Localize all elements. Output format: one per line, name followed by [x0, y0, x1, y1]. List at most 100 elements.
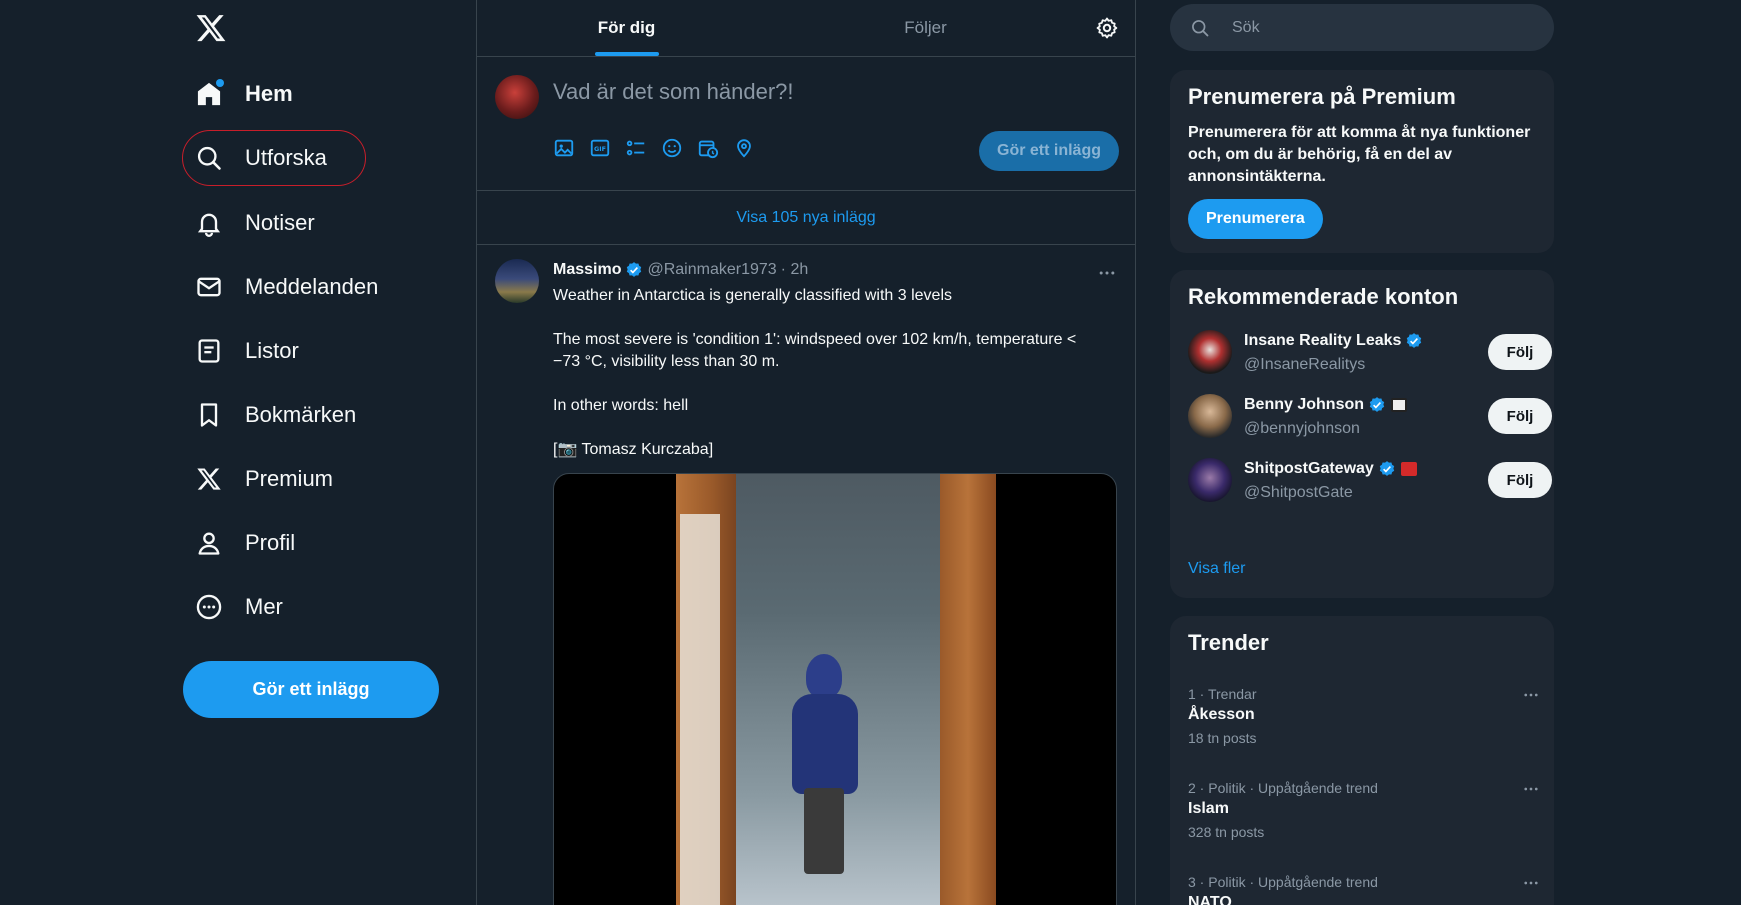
trend-title: NATO	[1188, 894, 1232, 905]
video-door-right	[940, 474, 996, 905]
trend-count: 18 tn posts	[1188, 730, 1257, 746]
account-row[interactable]: Benny Johnson @bennyjohnson Följ	[1188, 392, 1552, 442]
more-horizontal-icon[interactable]	[1522, 874, 1540, 892]
tweet-paragraph: In other words: hell	[553, 397, 689, 414]
trend-title: Åkesson	[1188, 706, 1255, 723]
tweet-video[interactable]	[553, 473, 1117, 905]
account-row[interactable]: Insane Reality Leaks @InsaneRealitys Föl…	[1188, 328, 1552, 378]
right-sidebar: Prenumerera på Premium Prenumerera för a…	[1170, 0, 1555, 905]
account-handle: @InsaneRealitys	[1244, 356, 1366, 373]
account-name-row: ShitpostGateway	[1244, 460, 1417, 478]
nav-item-notifications[interactable]: Notiser	[182, 195, 315, 251]
active-tab-indicator	[594, 52, 659, 56]
nav-item-label: Premium	[245, 466, 334, 491]
nav-item-more[interactable]: Mer	[182, 579, 283, 635]
x-logo-icon[interactable]	[195, 12, 227, 44]
tweet-text: Weather in Antarctica is generally class…	[553, 285, 1113, 483]
search-bar[interactable]	[1170, 4, 1554, 51]
nav-item-label: Hem	[245, 81, 293, 106]
search-icon	[1192, 19, 1209, 36]
trend-meta: 3 · Politik · Uppåtgående trend	[1188, 874, 1378, 890]
avatar[interactable]	[1188, 330, 1232, 374]
nav-item-label: Mer	[245, 594, 283, 619]
mail-icon	[195, 273, 223, 301]
x-logo-icon	[195, 465, 223, 493]
show-new-posts[interactable]: Visa 105 nya inlägg	[477, 191, 1135, 245]
subscribe-button[interactable]: Prenumerera	[1188, 199, 1323, 239]
affiliate-badge-icon	[1391, 398, 1408, 412]
emoji-icon[interactable]	[661, 137, 683, 159]
timeline-tabs: För dig Följer	[477, 0, 1135, 57]
video-person-head	[806, 654, 842, 698]
more-horizontal-icon[interactable]	[1522, 780, 1540, 798]
affiliate-badge-icon	[1400, 462, 1417, 476]
image-icon[interactable]	[553, 137, 575, 159]
account-name-row: Benny Johnson	[1244, 396, 1408, 414]
avatar[interactable]	[495, 259, 539, 303]
premium-description: Prenumerera för att komma åt nya funktio…	[1188, 124, 1531, 185]
video-person-legs	[804, 788, 844, 874]
avatar[interactable]	[1188, 394, 1232, 438]
follow-button[interactable]: Följ	[1488, 462, 1552, 498]
recommended-title: Rekommenderade konton	[1188, 284, 1459, 309]
gif-icon[interactable]: GIF	[589, 137, 611, 159]
verified-badge-icon	[1379, 461, 1395, 476]
post-button[interactable]: Gör ett inlägg	[183, 661, 439, 718]
more-horizontal-icon[interactable]	[1097, 263, 1117, 283]
follow-button[interactable]: Följ	[1488, 398, 1552, 434]
nav-item-label: Listor	[245, 338, 299, 363]
nav-item-home[interactable]: Hem	[182, 66, 293, 122]
tweet-author-handle[interactable]: @Rainmaker1973	[647, 261, 776, 279]
trend-meta: 1 · Trendar	[1188, 686, 1257, 702]
video-person	[788, 654, 858, 874]
premium-card: Prenumerera på Premium Prenumerera för a…	[1170, 70, 1554, 253]
trend-item[interactable]: 3 · Politik · Uppåtgående trend NATO	[1188, 874, 1538, 905]
avatar[interactable]	[1188, 458, 1232, 502]
nav-item-label: Utforska	[245, 145, 327, 170]
trend-meta: 2 · Politik · Uppåtgående trend	[1188, 780, 1378, 796]
account-handle: @ShitpostGate	[1244, 484, 1353, 501]
nav-item-label: Meddelanden	[245, 274, 379, 299]
compose-post-button[interactable]: Gör ett inlägg	[979, 131, 1119, 171]
tweet-timestamp[interactable]: · 2h	[781, 261, 809, 279]
video-frame	[676, 474, 996, 905]
tab-following[interactable]: Följer	[776, 0, 1075, 56]
nav-item-messages[interactable]: Meddelanden	[182, 259, 378, 315]
list-icon	[195, 337, 223, 365]
tab-label: För dig	[597, 18, 656, 37]
video-person-body	[792, 694, 858, 794]
tweet-header: Massimo @Rainmaker1973 · 2h	[553, 261, 808, 279]
schedule-icon[interactable]	[697, 137, 719, 159]
follow-button[interactable]: Följ	[1488, 334, 1552, 370]
trends-title: Trender	[1188, 630, 1269, 655]
account-row[interactable]: ShitpostGateway @ShitpostGate Följ	[1188, 456, 1552, 506]
trends-card: Trender 1 · Trendar Åkesson 18 tn posts …	[1170, 616, 1554, 905]
timeline: För dig Följer GIF Gör ett inlägg Visa 1…	[476, 0, 1136, 905]
avatar[interactable]	[495, 75, 539, 119]
more-horizontal-icon[interactable]	[1522, 686, 1540, 704]
search-input[interactable]	[1232, 18, 1532, 37]
tweet-paragraph: Weather in Antarctica is generally class…	[553, 287, 952, 304]
nav-item-explore[interactable]: Utforska	[182, 130, 366, 186]
nav-item-bookmarks[interactable]: Bokmärken	[182, 387, 356, 443]
trend-count: 328 tn posts	[1188, 824, 1265, 840]
nav-item-lists[interactable]: Listor	[182, 323, 299, 379]
more-circle-icon	[195, 593, 223, 621]
composer: GIF Gör ett inlägg	[477, 57, 1135, 191]
compose-input[interactable]	[553, 79, 1093, 105]
nav-item-profile[interactable]: Profil	[182, 515, 295, 571]
trend-item[interactable]: 1 · Trendar Åkesson 18 tn posts	[1188, 686, 1538, 746]
recommended-accounts: Rekommenderade konton Insane Reality Lea…	[1170, 270, 1554, 598]
tweet-paragraph: The most severe is 'condition 1': windsp…	[553, 331, 1077, 370]
gear-icon[interactable]	[1095, 16, 1119, 40]
tweet[interactable]: Massimo @Rainmaker1973 · 2h Weather in A…	[477, 245, 1135, 905]
show-more-link[interactable]: Visa fler	[1188, 560, 1246, 578]
notification-dot	[216, 79, 224, 87]
tab-for-you[interactable]: För dig	[477, 0, 776, 56]
poll-icon[interactable]	[625, 137, 647, 159]
account-name-row: Insane Reality Leaks	[1244, 332, 1423, 350]
location-icon[interactable]	[733, 137, 755, 159]
tweet-author-name[interactable]: Massimo	[553, 261, 621, 279]
nav-item-premium[interactable]: Premium	[182, 451, 333, 507]
trend-item[interactable]: 2 · Politik · Uppåtgående trend Islam 32…	[1188, 780, 1538, 840]
